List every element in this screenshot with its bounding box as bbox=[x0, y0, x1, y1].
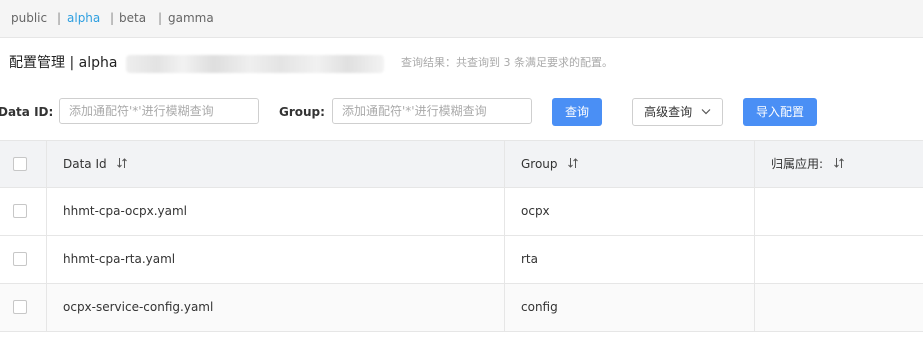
namespace-public[interactable]: public bbox=[11, 0, 47, 37]
select-all-checkbox[interactable] bbox=[13, 157, 27, 171]
redacted-namespace-id bbox=[126, 55, 384, 73]
query-result-text: 查询结果：共查询到 3 条满足要求的配置。 bbox=[401, 56, 613, 69]
page-title: 配置管理 | alpha bbox=[9, 55, 118, 71]
namespace-separator: | bbox=[158, 11, 163, 25]
column-header-label: 归属应用: bbox=[771, 157, 824, 171]
search-bar: Data ID: Group: 查询 高级查询 导入配置 bbox=[0, 98, 923, 126]
row-checkbox[interactable] bbox=[13, 204, 27, 218]
column-divider bbox=[754, 284, 755, 331]
namespace-separator: | bbox=[57, 11, 62, 25]
namespace-alpha[interactable]: alpha bbox=[67, 0, 100, 37]
chevron-down-icon bbox=[701, 109, 711, 115]
namespace-beta[interactable]: beta bbox=[119, 0, 146, 37]
table-header: Data Id Group 归属应用: bbox=[0, 140, 923, 188]
namespace-gamma[interactable]: gamma bbox=[168, 0, 214, 37]
data-id-label: Data ID: bbox=[0, 105, 54, 119]
namespace-separator: | bbox=[110, 11, 115, 25]
column-divider bbox=[46, 284, 47, 331]
column-header-app[interactable]: 归属应用: bbox=[771, 141, 845, 187]
advanced-query-button[interactable]: 高级查询 bbox=[632, 98, 723, 126]
advanced-query-label: 高级查询 bbox=[644, 105, 693, 119]
column-divider bbox=[504, 284, 505, 331]
column-header-group[interactable]: Group bbox=[521, 141, 579, 187]
namespace-bar: public | alpha | beta | gamma bbox=[0, 0, 923, 38]
import-config-button[interactable]: 导入配置 bbox=[743, 98, 817, 126]
title-row: 配置管理 | alpha 查询结果：共查询到 3 条满足要求的配置。 bbox=[0, 52, 923, 74]
column-divider bbox=[504, 188, 505, 235]
column-header-label: Data Id bbox=[63, 157, 107, 171]
row-checkbox[interactable] bbox=[13, 300, 27, 314]
cell-data-id[interactable]: hhmt-cpa-ocpx.yaml bbox=[63, 188, 187, 235]
table-row[interactable]: hhmt-cpa-ocpx.yaml ocpx bbox=[0, 188, 923, 236]
data-id-input[interactable] bbox=[59, 98, 259, 124]
cell-data-id[interactable]: ocpx-service-config.yaml bbox=[63, 284, 213, 331]
row-checkbox[interactable] bbox=[13, 252, 27, 266]
column-divider bbox=[754, 188, 755, 235]
table-row[interactable]: hhmt-cpa-rta.yaml rta bbox=[0, 236, 923, 284]
cell-data-id[interactable]: hhmt-cpa-rta.yaml bbox=[63, 236, 175, 283]
column-divider bbox=[504, 141, 505, 187]
column-divider bbox=[754, 141, 755, 187]
cell-group: ocpx bbox=[521, 204, 550, 218]
column-divider bbox=[754, 236, 755, 283]
cell-group: config bbox=[521, 300, 558, 314]
column-header-data-id[interactable]: Data Id bbox=[63, 141, 128, 187]
column-divider bbox=[504, 236, 505, 283]
sort-icon[interactable] bbox=[567, 157, 579, 169]
group-input[interactable] bbox=[332, 98, 532, 124]
table-row[interactable]: ocpx-service-config.yaml config bbox=[0, 284, 923, 332]
cell-group: rta bbox=[521, 252, 538, 266]
column-header-label: Group bbox=[521, 157, 558, 171]
column-divider bbox=[46, 141, 47, 187]
sort-icon[interactable] bbox=[833, 157, 845, 169]
column-divider bbox=[46, 188, 47, 235]
column-divider bbox=[46, 236, 47, 283]
group-label: Group: bbox=[279, 105, 325, 119]
sort-icon[interactable] bbox=[116, 157, 128, 169]
query-button[interactable]: 查询 bbox=[552, 98, 602, 126]
